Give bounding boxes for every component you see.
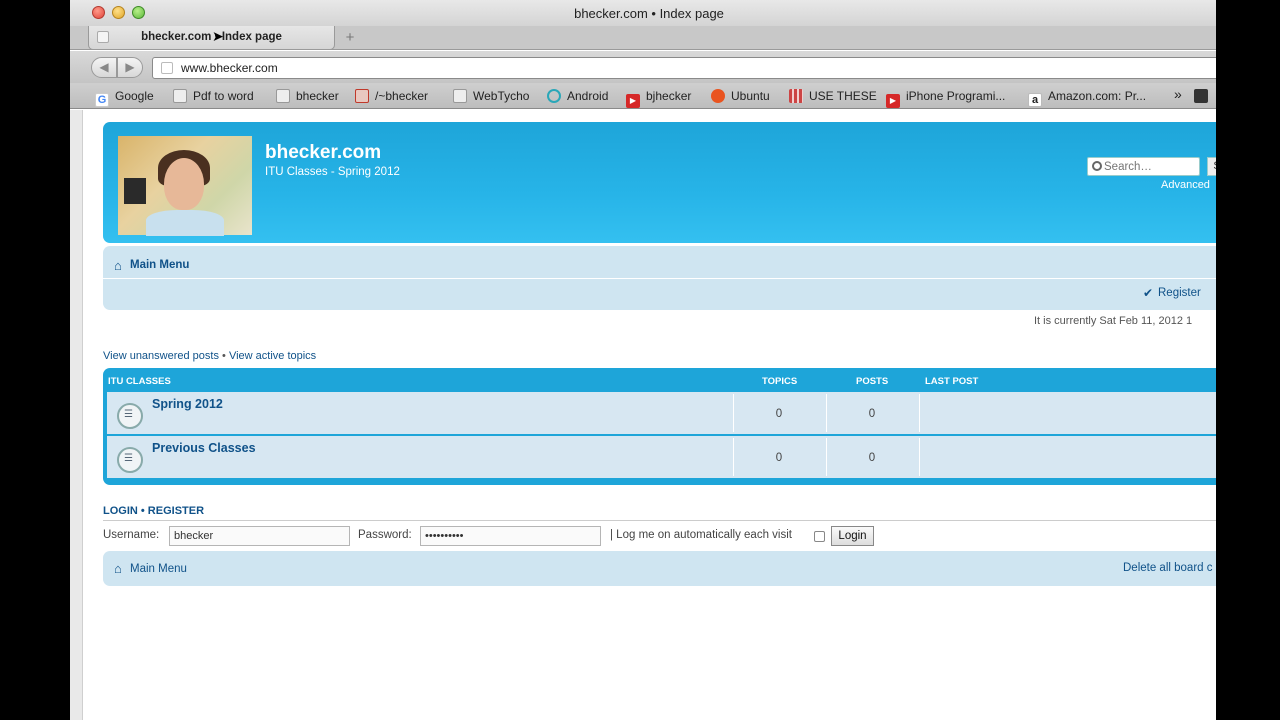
- youtube-icon: ▶: [626, 94, 640, 108]
- posts-count: 0: [868, 452, 876, 464]
- username-field[interactable]: [169, 526, 350, 546]
- tab-bar: bhecker.com • Index page +: [70, 26, 1216, 50]
- posts-count: 0: [868, 408, 876, 420]
- photo-detail: [164, 158, 204, 210]
- grid-icon: [789, 89, 803, 103]
- divider: [103, 520, 1216, 521]
- bookmark-use-these[interactable]: USE THESE: [789, 89, 877, 105]
- quick-links: View unanswered posts • View active topi…: [103, 350, 316, 362]
- mouse-cursor-icon: ➤: [212, 28, 224, 44]
- forum-title-link[interactable]: Spring 2012: [152, 397, 223, 411]
- divider: [733, 438, 734, 476]
- site-description: ITU Classes - Spring 2012: [265, 166, 400, 178]
- active-topics-link[interactable]: View active topics: [229, 350, 316, 362]
- back-arrow-icon: ◀: [99, 60, 109, 74]
- username-label: Username:: [103, 529, 160, 541]
- bookmark-amazon[interactable]: a Amazon.com: Pr...: [1028, 89, 1146, 107]
- bookmarks-bar: G Google Pdf to word bhecker /~bhecker We…: [70, 83, 1216, 109]
- bookmark-tilde-bhecker[interactable]: /~bhecker: [355, 89, 428, 105]
- posts-header: POSTS: [856, 376, 889, 387]
- site-logo-photo[interactable]: [118, 136, 252, 236]
- bookmarks-overflow-button[interactable]: »: [1174, 86, 1182, 102]
- forum-table: ITU CLASSES TOPICS POSTS LAST POST ☰ Spr…: [103, 368, 1216, 485]
- autologin-label: | Log me on automatically each visit: [610, 529, 792, 541]
- site-title[interactable]: bhecker.com: [265, 142, 381, 164]
- page-icon: [173, 89, 187, 103]
- topics-header: TOPICS: [762, 376, 798, 387]
- ubuntu-icon: [711, 89, 725, 103]
- page-icon: [161, 62, 173, 74]
- photo-detail: [146, 210, 224, 236]
- divider: [826, 438, 827, 476]
- forum-row[interactable]: ☰ Previous Classes 0 0: [107, 436, 1216, 478]
- search-icon: [1092, 161, 1102, 171]
- forum-row[interactable]: ☰ Spring 2012 0 0: [107, 392, 1216, 434]
- divider: [103, 278, 1216, 279]
- advanced-search-link[interactable]: Advanced: [1161, 179, 1210, 191]
- footer-navbar: ⌂ Main Menu Delete all board c: [103, 551, 1216, 586]
- page-content: bhecker.com ITU Classes - Spring 2012 S …: [70, 110, 1216, 720]
- title-bar: bhecker.com • Index page: [70, 0, 1216, 26]
- delete-cookies-link[interactable]: Delete all board c: [1123, 562, 1213, 574]
- search-box: [1087, 157, 1200, 176]
- bookmark-bhecker[interactable]: bhecker: [276, 89, 339, 105]
- android-icon: [547, 89, 561, 103]
- bookmark-android[interactable]: Android: [547, 89, 608, 105]
- autologin-checkbox[interactable]: [814, 531, 825, 542]
- url-text: www.bhecker.com: [181, 61, 278, 75]
- divider: [733, 394, 734, 432]
- bookmark-ubuntu[interactable]: Ubuntu: [711, 89, 770, 105]
- browser-window: bhecker.com • Index page bhecker.com • I…: [70, 0, 1216, 720]
- main-menu-link[interactable]: Main Menu: [130, 259, 189, 271]
- login-button[interactable]: Login: [831, 526, 874, 546]
- bookmark-iphone-programming[interactable]: ▶ iPhone Programi...: [886, 89, 1005, 108]
- search-button[interactable]: S: [1207, 157, 1216, 176]
- forward-arrow-icon: ▶: [125, 60, 135, 74]
- password-label: Password:: [358, 529, 412, 541]
- bookmark-google[interactable]: G Google: [95, 89, 154, 107]
- grid-icon: [1194, 89, 1208, 103]
- forward-button[interactable]: ▶: [117, 57, 143, 78]
- left-ruler: [70, 110, 83, 720]
- password-field[interactable]: [420, 526, 601, 546]
- google-icon: G: [95, 93, 109, 107]
- bookmark-bjhecker[interactable]: ▶ bjhecker: [626, 89, 691, 108]
- register-link[interactable]: Register: [1158, 287, 1201, 299]
- home-icon: ⌂: [114, 561, 122, 576]
- divider: [919, 438, 920, 476]
- site-header: bhecker.com ITU Classes - Spring 2012 S …: [103, 122, 1216, 243]
- page-icon: [276, 89, 290, 103]
- scripts-icon: [355, 89, 369, 103]
- forum-read-icon: ☰: [117, 403, 143, 429]
- forum-read-icon: ☰: [117, 447, 143, 473]
- unanswered-posts-link[interactable]: View unanswered posts: [103, 350, 219, 362]
- last-post-header: LAST POST: [925, 376, 979, 387]
- current-time-text: It is currently Sat Feb 11, 2012 1: [1034, 315, 1193, 327]
- register-icon: ✔: [1143, 286, 1154, 300]
- login-register-heading[interactable]: LOGIN • REGISTER: [103, 505, 204, 517]
- back-button[interactable]: ◀: [91, 57, 117, 78]
- divider: [826, 394, 827, 432]
- page-icon: [453, 89, 467, 103]
- window-title: bhecker.com • Index page: [574, 6, 724, 21]
- category-header[interactable]: ITU CLASSES: [108, 376, 171, 387]
- separator: •: [218, 350, 229, 362]
- bookmark-webtycho[interactable]: WebTycho: [453, 89, 529, 105]
- home-icon: ⌂: [114, 258, 122, 273]
- address-bar[interactable]: www.bhecker.com: [152, 57, 1216, 79]
- bookmark-pdf-to-word[interactable]: Pdf to word: [173, 89, 254, 105]
- divider: [919, 394, 920, 432]
- navbar: ⌂ Main Menu ✔ Register: [103, 246, 1216, 310]
- photo-detail: [124, 178, 146, 204]
- topics-count: 0: [775, 452, 783, 464]
- amazon-icon: a: [1028, 93, 1042, 107]
- search-input[interactable]: [1104, 159, 1196, 174]
- youtube-icon: ▶: [886, 94, 900, 108]
- topics-count: 0: [775, 408, 783, 420]
- toolbar: ◀ ▶ www.bhecker.com: [70, 51, 1216, 83]
- bookmarks-menu-icon[interactable]: [1194, 89, 1208, 105]
- forum-title-link[interactable]: Previous Classes: [152, 441, 256, 455]
- new-tab-button[interactable]: +: [340, 29, 360, 47]
- main-menu-link[interactable]: Main Menu: [130, 563, 187, 575]
